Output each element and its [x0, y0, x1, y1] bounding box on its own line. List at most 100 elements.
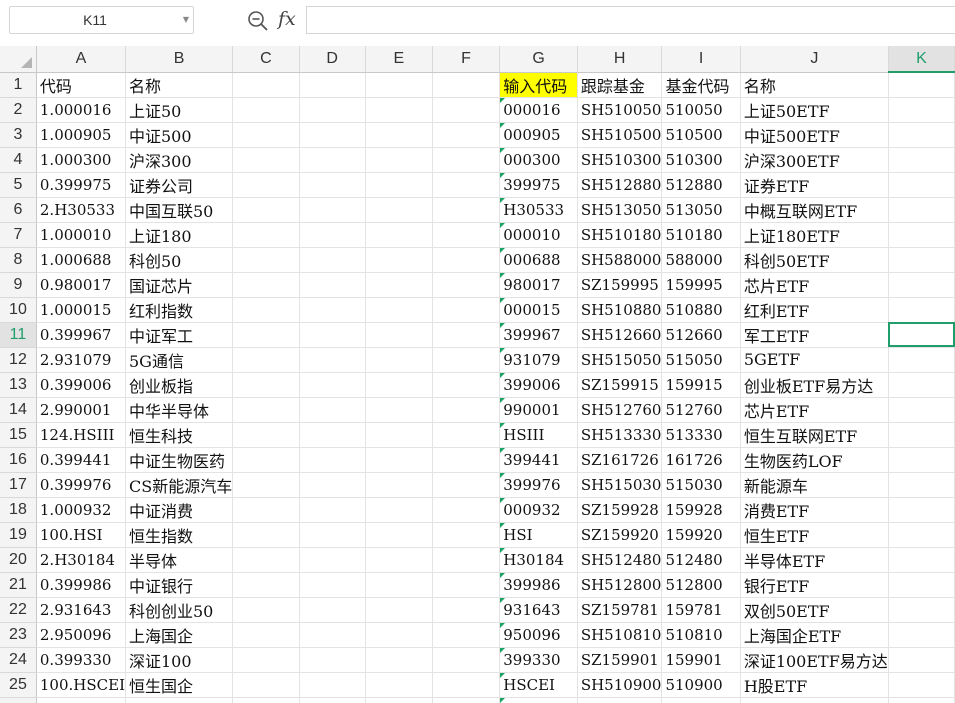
cell-i1[interactable]: 基金代码	[661, 72, 741, 98]
cell-fund-code[interactable]: 515030	[661, 472, 741, 498]
row-header[interactable]: 23	[0, 622, 37, 648]
cell-input-code[interactable]: HSI	[499, 522, 578, 548]
cell-code[interactable]: 2.931079	[36, 347, 127, 373]
cell-name[interactable]: 科创创业50	[125, 597, 234, 623]
cell-input-code[interactable]: 399975	[499, 172, 578, 198]
cell-tracking-fund[interactable]: SH510180	[577, 222, 663, 248]
cell-empty[interactable]	[232, 697, 300, 703]
cell-tracking-fund[interactable]: SH510880	[577, 297, 663, 323]
cell-fund-name[interactable]: 中概互联网ETF	[740, 197, 889, 223]
cell-fund-name[interactable]: 半导体ETF	[740, 547, 889, 573]
cell-empty[interactable]	[888, 697, 955, 703]
cell-empty[interactable]	[232, 222, 300, 248]
cell-empty[interactable]	[365, 147, 433, 173]
row-header[interactable]: 25	[0, 672, 37, 698]
cell-fund-code[interactable]: 159920	[661, 522, 741, 548]
row-header[interactable]: 1	[0, 72, 37, 98]
cell-input-code[interactable]: 990001	[499, 397, 578, 423]
cell-empty[interactable]	[365, 347, 433, 373]
row-header[interactable]: 12	[0, 347, 37, 373]
cell-fund-code[interactable]: 515050	[661, 347, 741, 373]
cell-input-code[interactable]: H30533	[499, 197, 578, 223]
cell-tracking-fund[interactable]: SH515050	[577, 347, 663, 373]
cell-fund-code[interactable]: 513330	[661, 422, 741, 448]
cell-fund-name[interactable]: 生物医药LOF	[740, 447, 889, 473]
cell-empty[interactable]	[432, 97, 501, 123]
cell-name[interactable]: 中华半导体	[125, 397, 234, 423]
cell-tracking-fund[interactable]: SH512800	[577, 572, 663, 598]
cell-tracking-fund[interactable]: SZ159928	[577, 497, 663, 523]
cell-empty[interactable]	[232, 297, 300, 323]
cell-empty[interactable]	[888, 447, 955, 473]
select-all-corner[interactable]	[0, 46, 37, 73]
cell-fund-name[interactable]: 芯片ETF	[740, 272, 889, 298]
cell-empty[interactable]	[888, 122, 955, 148]
cell-tracking-fund[interactable]: SZ159781	[577, 597, 663, 623]
cell-empty[interactable]	[432, 347, 501, 373]
cell-b1[interactable]: 名称	[125, 72, 234, 98]
active-cell[interactable]	[888, 322, 955, 348]
cell-fund-name[interactable]: 红利ETF	[740, 297, 889, 323]
cell-input-code[interactable]: 000300	[499, 147, 578, 173]
cell-fund-name[interactable]: 深证100ETF易方达	[740, 647, 889, 673]
cell-empty[interactable]	[432, 372, 501, 398]
cell-fund-name[interactable]: 消费ETF	[740, 497, 889, 523]
cell-empty[interactable]	[432, 272, 501, 298]
cell-name[interactable]: 中证生物医药	[125, 447, 234, 473]
cell-empty[interactable]	[888, 547, 955, 573]
column-header-f[interactable]: F	[432, 46, 501, 73]
cell-empty[interactable]	[432, 672, 501, 698]
cell-empty[interactable]	[299, 122, 366, 148]
cell-empty[interactable]	[365, 297, 433, 323]
cell-empty[interactable]	[365, 197, 433, 223]
cell-empty[interactable]	[232, 622, 300, 648]
cell-name[interactable]: 5G通信	[125, 347, 234, 373]
cell-empty[interactable]	[888, 97, 955, 123]
cell-empty[interactable]	[299, 697, 366, 703]
cell-empty[interactable]	[299, 597, 366, 623]
cell-empty[interactable]	[299, 522, 366, 548]
cell-tracking-fund[interactable]: SH588000	[577, 247, 663, 273]
cell-name[interactable]: 创业板指	[125, 372, 234, 398]
cell-input-code[interactable]: 399006	[499, 372, 578, 398]
cell-fund-name[interactable]: 恒生ETF	[740, 522, 889, 548]
cell-fund-code[interactable]: 512480	[661, 547, 741, 573]
column-header-j[interactable]: J	[740, 46, 889, 73]
row-header[interactable]: 8	[0, 247, 37, 273]
cell-name[interactable]: 上海国企	[125, 622, 234, 648]
row-header[interactable]: 7	[0, 222, 37, 248]
cell-empty[interactable]	[365, 447, 433, 473]
row-header[interactable]: 19	[0, 522, 37, 548]
cell-tracking-fund[interactable]: SH515030	[577, 472, 663, 498]
cell-tracking-fund[interactable]: SZ159901	[577, 647, 663, 673]
cell-empty[interactable]	[232, 397, 300, 423]
cell-empty[interactable]	[365, 222, 433, 248]
cell-empty[interactable]	[299, 172, 366, 198]
cell-empty[interactable]	[365, 372, 433, 398]
cell-empty[interactable]	[299, 622, 366, 648]
cell-empty[interactable]	[432, 597, 501, 623]
cell-empty[interactable]	[365, 472, 433, 498]
cell-empty[interactable]	[365, 272, 433, 298]
row-header[interactable]: 20	[0, 547, 37, 573]
cell-input-code[interactable]: 399330	[499, 647, 578, 673]
cell-empty[interactable]	[232, 97, 300, 123]
cell-code[interactable]: 0.399006	[36, 372, 127, 398]
cell-tracking-fund[interactable]: SZ159920	[577, 522, 663, 548]
cell-code[interactable]: 0.399976	[36, 472, 127, 498]
cell-input-code[interactable]: 000015	[499, 297, 578, 323]
cell-empty[interactable]	[365, 522, 433, 548]
cell-empty[interactable]	[299, 147, 366, 173]
cell-fund-code[interactable]: 159915	[661, 372, 741, 398]
cell-name[interactable]: CS新能源汽车	[125, 472, 234, 498]
cell-empty[interactable]	[232, 247, 300, 273]
cell-tracking-fund[interactable]: SH512480	[577, 547, 663, 573]
cell-code[interactable]: 2.H30533	[36, 197, 127, 223]
cell-f1[interactable]	[432, 72, 501, 98]
cell-empty[interactable]	[232, 597, 300, 623]
cell-fund-name[interactable]: 科创50ETF	[740, 247, 889, 273]
cell-tracking-fund[interactable]: SH510050	[577, 97, 663, 123]
cell-code[interactable]: 100.HSCEI	[36, 672, 127, 698]
cell-name[interactable]: 恒生国企	[125, 672, 234, 698]
row-header[interactable]: 3	[0, 122, 37, 148]
